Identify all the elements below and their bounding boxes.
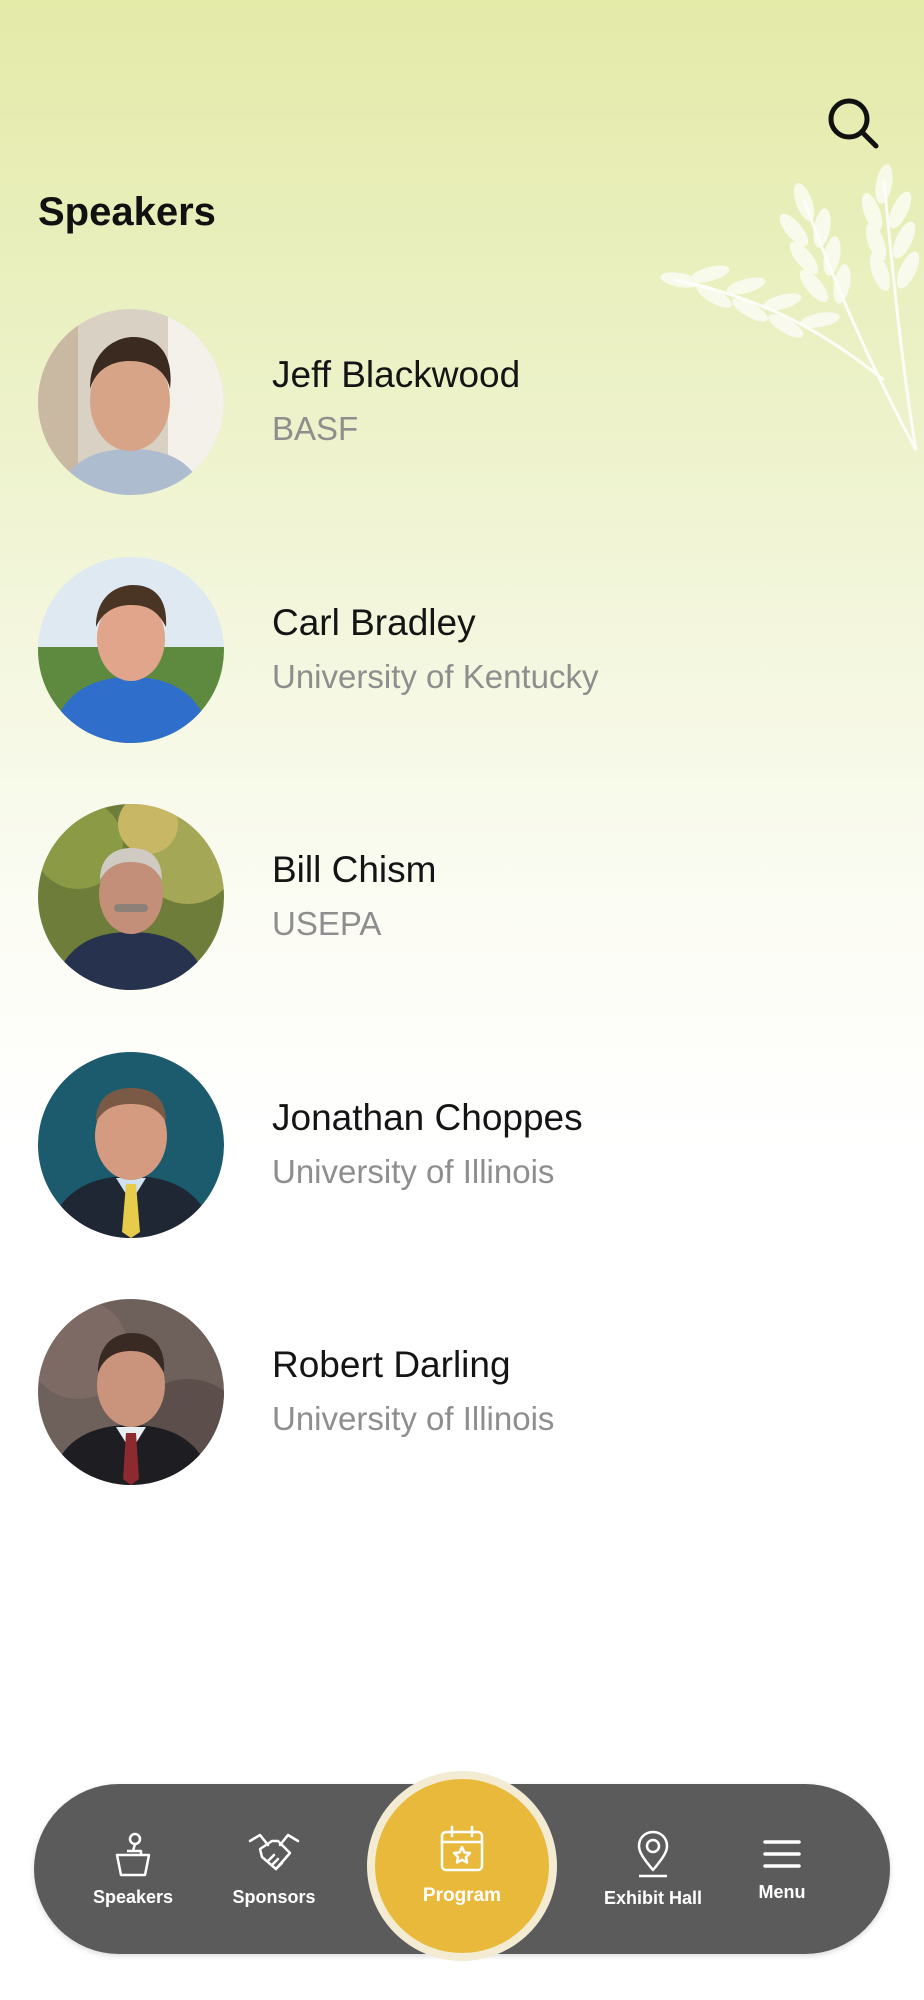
speaker-item-bill-chism[interactable]: Bill Chism USEPA [38, 804, 888, 990]
search-button[interactable] [818, 88, 888, 158]
speaker-item-jonathan-choppes[interactable]: Jonathan Choppes University of Illinois [38, 1052, 888, 1238]
speaker-organization: University of Kentucky [272, 658, 599, 695]
nav-label: Sponsors [232, 1886, 316, 1907]
avatar [38, 1052, 224, 1238]
search-icon [828, 98, 879, 149]
speaker-organization: BASF [272, 410, 359, 447]
avatar [38, 309, 224, 495]
nav-item-menu[interactable]: Menu [717, 1784, 847, 1954]
nav-item-exhibit-hall[interactable]: Exhibit Hall [588, 1784, 718, 1954]
avatar [38, 804, 224, 990]
podium-icon [115, 1832, 151, 1876]
nav-label: Exhibit Hall [603, 1887, 702, 1908]
nav-item-sponsors[interactable]: Sponsors [209, 1784, 339, 1954]
speaker-organization: University of Illinois [272, 1400, 555, 1437]
speaker-item-jeff-blackwood[interactable]: Jeff Blackwood BASF [38, 309, 888, 495]
speaker-item-robert-darling[interactable]: Robert Darling University of Illinois [38, 1299, 888, 1485]
speaker-item-carl-bradley[interactable]: Carl Bradley University of Kentucky [38, 557, 888, 743]
speaker-name: Carl Bradley [272, 602, 476, 643]
speaker-name: Bill Chism [272, 849, 437, 890]
handshake-icon [248, 1833, 300, 1870]
nav-label: Program [422, 1885, 502, 1906]
speaker-name: Robert Darling [272, 1344, 511, 1385]
page-title: Speakers [38, 190, 216, 234]
speaker-organization: USEPA [272, 905, 382, 942]
nav-item-program[interactable]: Program [375, 1779, 549, 1953]
hamburger-menu-icon [763, 1839, 801, 1868]
nav-item-speakers[interactable]: Speakers [68, 1784, 198, 1954]
nav-label: Menu [758, 1881, 806, 1902]
avatar [38, 1299, 224, 1485]
calendar-star-icon [440, 1825, 484, 1872]
speaker-name: Jeff Blackwood [272, 354, 521, 395]
speaker-organization: University of Illinois [272, 1153, 555, 1190]
map-pin-icon [637, 1830, 669, 1877]
avatar [38, 557, 224, 743]
speaker-name: Jonathan Choppes [272, 1097, 583, 1138]
nav-label: Speakers [92, 1886, 174, 1907]
